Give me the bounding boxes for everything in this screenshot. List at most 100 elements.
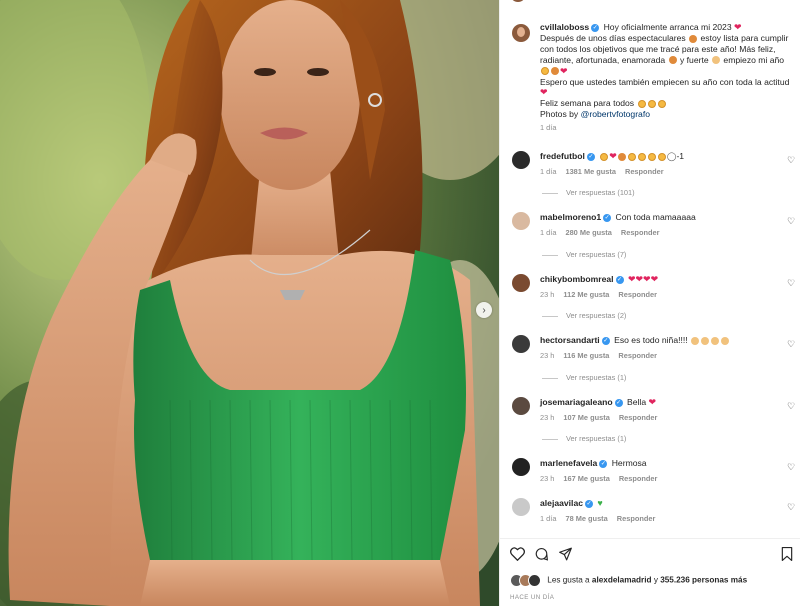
verified-icon: ✓: [586, 152, 595, 161]
comment-like-heart-icon[interactable]: ♡: [787, 216, 795, 226]
reply-button[interactable]: Responder: [619, 413, 658, 422]
comment-text: Eso es todo niña!!!!: [614, 335, 688, 345]
reply-button[interactable]: Responder: [621, 228, 660, 237]
smile-emoji-icon: [600, 152, 609, 161]
comment-likes[interactable]: 280 Me gusta: [565, 228, 611, 237]
caption-line-7: Feliz semana para todos: [540, 98, 635, 109]
author-avatar[interactable]: [512, 24, 530, 42]
caption-line-5: empiezo mi año: [723, 54, 785, 65]
verified-icon: ✓: [601, 336, 610, 345]
photo-credit-mention[interactable]: @robertvfotografo: [581, 109, 650, 119]
caption-line-1: Hoy oficialmente arranca mi 2023: [603, 22, 732, 32]
clapping-emoji-icon: [721, 336, 730, 345]
clapping-emoji-icon: [701, 336, 710, 345]
smile-emoji-icon: [657, 152, 666, 161]
smile-emoji-icon: [647, 152, 656, 161]
comment-avatar[interactable]: [512, 458, 530, 476]
speech-bubble-emoji-icon: ◯: [666, 151, 677, 161]
comment-like-heart-icon[interactable]: ♡: [787, 401, 795, 411]
comment-like-heart-icon[interactable]: ♡: [787, 278, 795, 288]
comment-item: fredefutbol ✓ ❤ ◯-1 1 día 1381 Me gusta Resp…: [540, 151, 770, 176]
smile-emoji-icon: [637, 152, 646, 161]
verified-icon: ✓: [614, 398, 623, 407]
reply-button[interactable]: Responder: [618, 290, 657, 299]
author-username[interactable]: cvillaloboss: [540, 22, 589, 32]
caption-line-8: Photos by: [540, 109, 579, 120]
smile-emoji-icon: [637, 100, 646, 109]
comment-time[interactable]: 1 día: [540, 167, 556, 176]
comment-avatar[interactable]: [512, 274, 530, 292]
comment-username[interactable]: mabelmoreno1: [540, 212, 601, 222]
comment-like-heart-icon[interactable]: ♡: [787, 502, 795, 512]
comment-time[interactable]: 23 h: [540, 351, 554, 360]
comment-time[interactable]: 23 h: [540, 290, 554, 299]
comment-likes[interactable]: 112 Me gusta: [563, 290, 609, 299]
view-replies-link[interactable]: Ver respuestas (1): [542, 434, 626, 443]
comment-like-heart-icon[interactable]: ♡: [787, 462, 795, 472]
action-bar: [510, 547, 793, 565]
green-heart-emoji-icon: ♥: [597, 498, 603, 508]
caption-time[interactable]: 1 día: [540, 123, 556, 134]
heart-icon[interactable]: [510, 547, 525, 561]
header-avatar[interactable]: [510, 0, 526, 2]
comment-likes[interactable]: 107 Me gusta: [563, 413, 609, 422]
heart-emoji-icon: ❤: [650, 274, 659, 284]
comment-likes[interactable]: 167 Me gusta: [563, 474, 609, 483]
comment-avatar[interactable]: [512, 212, 530, 230]
comment-avatar[interactable]: [512, 335, 530, 353]
post-side-panel: cvillaloboss ✓ Hoy oficialmente arranca m…: [499, 0, 800, 606]
comment-username[interactable]: chikybombomreal: [540, 274, 614, 284]
comment-item: marlenefavela ✓ Hermosa 23 h 167 Me gusta R…: [540, 458, 770, 483]
comment-likes[interactable]: 1381 Me gusta: [565, 167, 616, 176]
comment-username[interactable]: josemariagaleano: [540, 397, 613, 407]
comment-time[interactable]: 23 h: [540, 474, 554, 483]
reply-button[interactable]: Responder: [619, 474, 658, 483]
comment-item: chikybombomreal ✓ ❤❤❤❤ 23 h 112 Me gusta Re…: [540, 274, 770, 299]
comment-time[interactable]: 1 día: [540, 228, 556, 237]
view-replies-link[interactable]: Ver respuestas (1): [542, 373, 626, 382]
verified-icon: ✓: [599, 459, 608, 468]
post-caption: cvillaloboss ✓ Hoy oficialmente arranca m…: [540, 22, 790, 134]
view-replies-link[interactable]: Ver respuestas (7): [542, 250, 626, 259]
heart-emoji-icon: ❤: [540, 87, 548, 98]
caption-line-6: Espero que ustedes también empiecen su a…: [540, 76, 790, 87]
smile-emoji-icon: [647, 100, 656, 109]
bookmark-icon[interactable]: [781, 547, 793, 561]
comment-text: -1: [676, 151, 685, 161]
comment-icon[interactable]: [534, 547, 549, 561]
comment-time[interactable]: 1 día: [540, 514, 556, 523]
comment-avatar[interactable]: [512, 151, 530, 169]
comment-username[interactable]: marlenefavela: [540, 458, 597, 468]
caption-line-4: y fuerte: [679, 54, 709, 65]
comment-like-heart-icon[interactable]: ♡: [787, 339, 795, 349]
comment-username[interactable]: fredefutbol: [540, 151, 585, 161]
view-replies-link[interactable]: Ver respuestas (2): [542, 311, 626, 320]
comment-item: josemariagaleano ✓ Bella ❤ 23 h 107 Me gus…: [540, 397, 770, 422]
comment-likes[interactable]: 78 Me gusta: [565, 514, 607, 523]
comment-avatar[interactable]: [512, 397, 530, 415]
share-icon[interactable]: [558, 547, 573, 561]
likes-user[interactable]: alexdelamadrid: [592, 576, 652, 585]
comment-username[interactable]: alejaavilac: [540, 498, 583, 508]
heart-emoji-icon: ❤: [648, 397, 657, 407]
comment-text: Con toda mamaaaaa: [615, 212, 696, 222]
comment-avatar[interactable]: [512, 498, 530, 516]
reply-button[interactable]: Responder: [617, 514, 656, 523]
chevron-right-icon: ›: [482, 304, 486, 316]
likes-count[interactable]: 355.236 personas más: [660, 576, 747, 585]
next-photo-button[interactable]: ›: [476, 302, 492, 318]
heart-emoji-icon: ❤: [643, 274, 651, 284]
reply-button[interactable]: Responder: [625, 167, 664, 176]
comment-likes[interactable]: 116 Me gusta: [563, 351, 609, 360]
post-time-ago[interactable]: HACE UN DÍA: [510, 594, 554, 601]
comment-username[interactable]: hectorsandarti: [540, 335, 600, 345]
view-replies-link[interactable]: Ver respuestas (101): [542, 188, 635, 197]
cat-emoji-icon: [617, 152, 626, 161]
clapping-emoji-icon: [711, 336, 720, 345]
comment-like-heart-icon[interactable]: ♡: [787, 155, 795, 165]
comment-item: alejaavilac ✓ ♥ 1 día 78 Me gusta Responder: [540, 498, 770, 523]
reply-button[interactable]: Responder: [618, 351, 657, 360]
comment-text: Hermosa: [611, 458, 647, 468]
comment-time[interactable]: 23 h: [540, 413, 554, 422]
heart-emoji-icon: ❤: [734, 22, 742, 32]
